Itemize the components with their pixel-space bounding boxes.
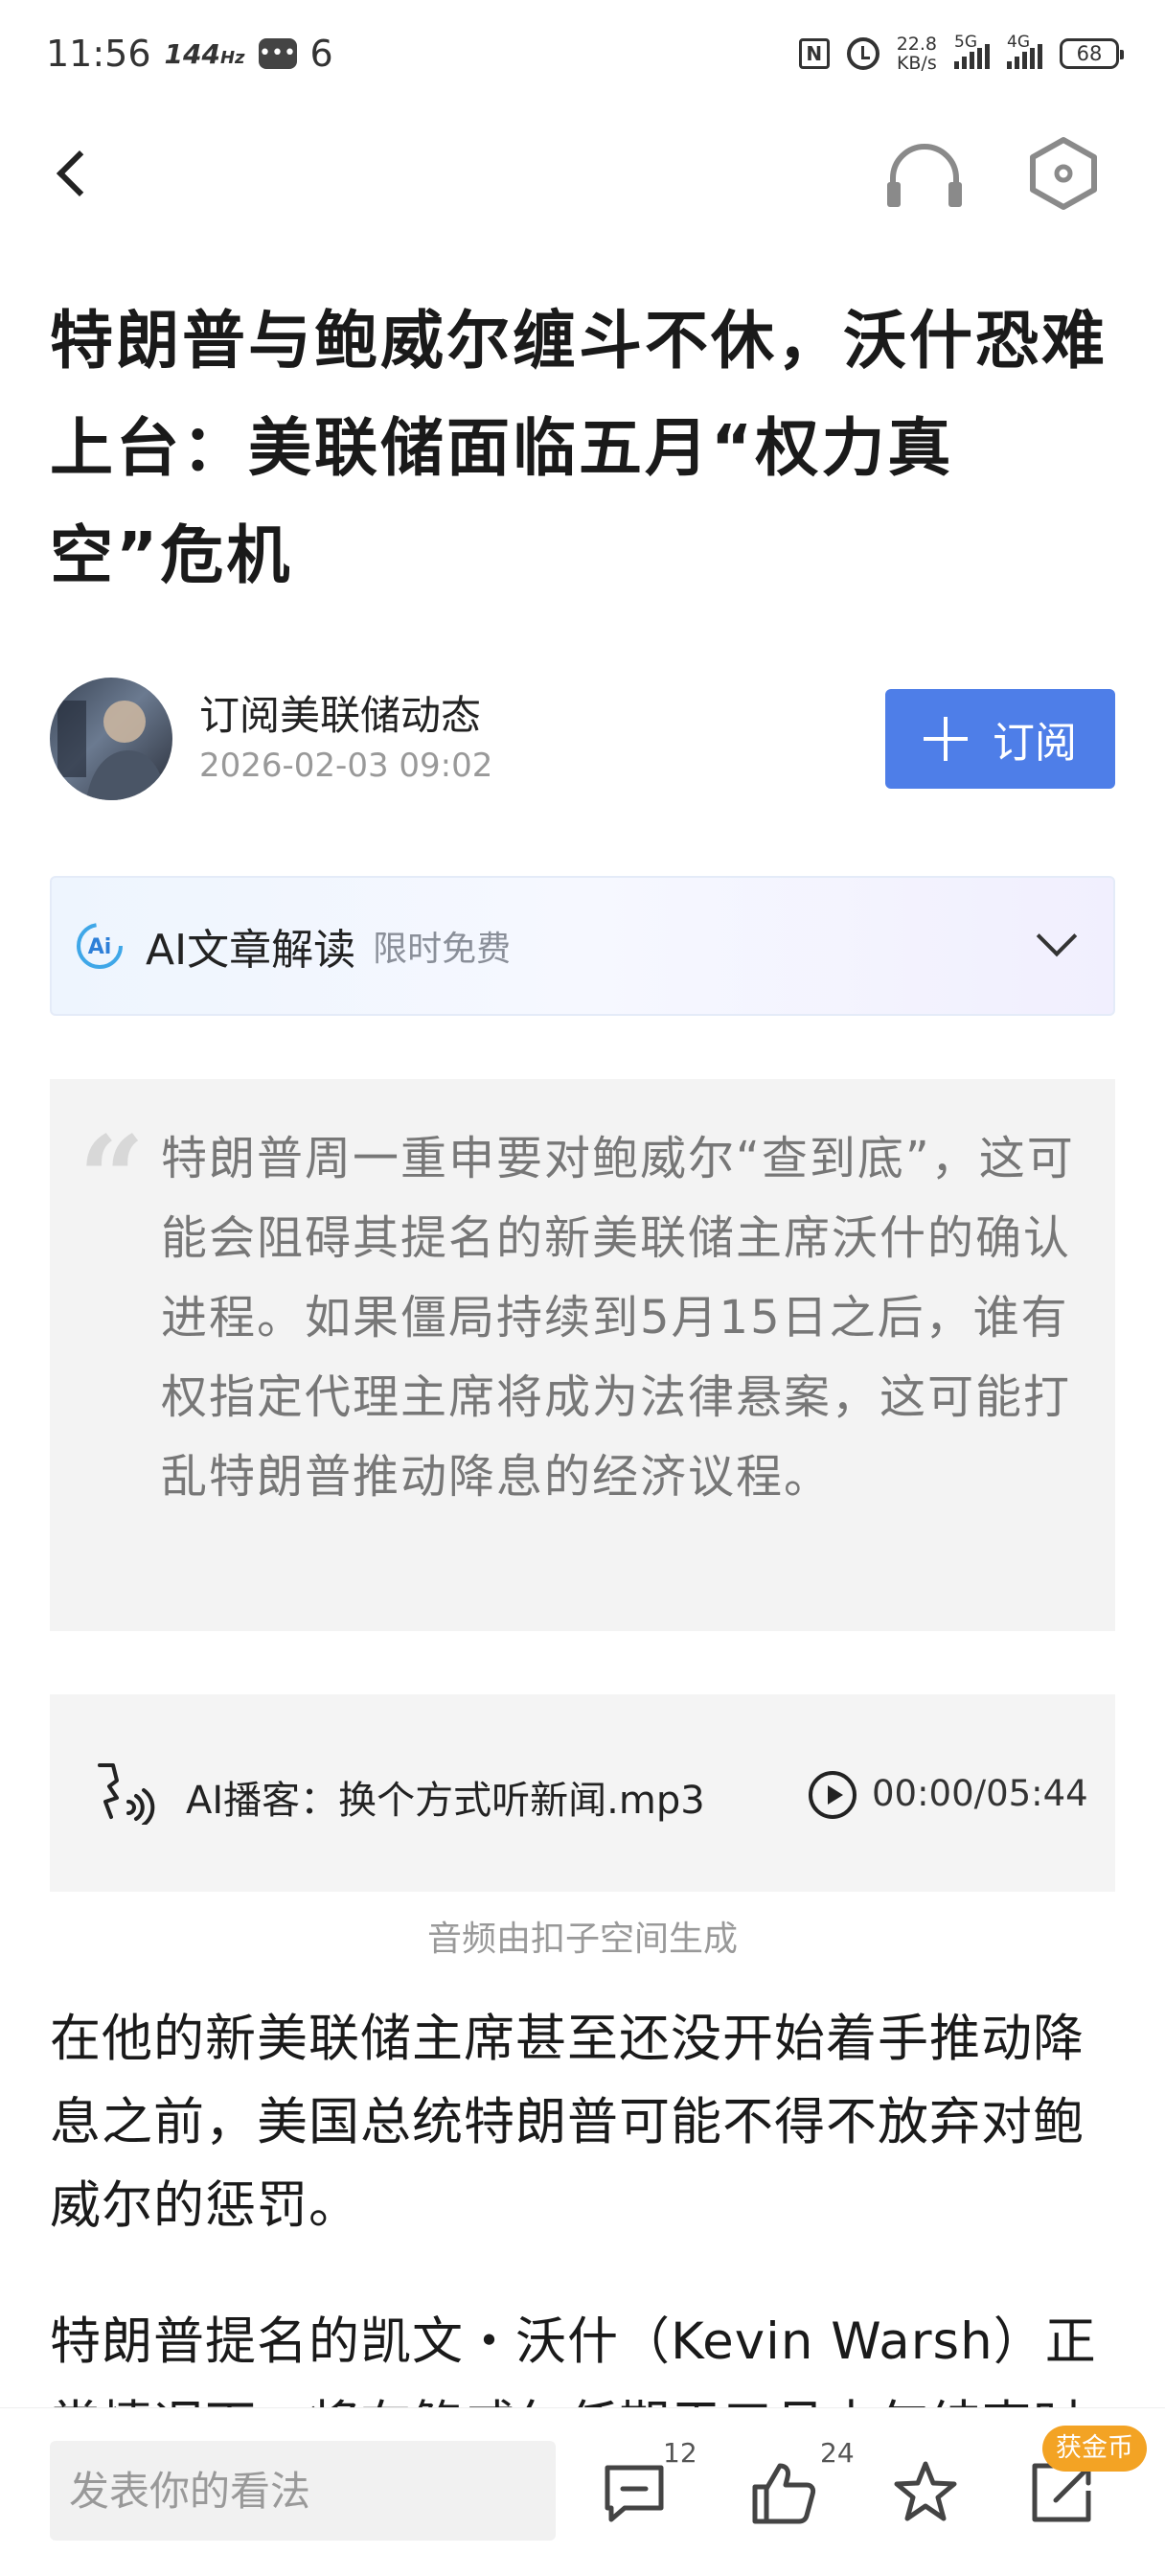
audio-player[interactable]: AI播客：换个方式听新闻.mp3 00:00/05:44 bbox=[50, 1694, 1115, 1892]
author-name[interactable]: 订阅美联储动态 bbox=[199, 683, 481, 742]
star-icon[interactable] bbox=[891, 2458, 960, 2527]
alarm-icon bbox=[846, 37, 879, 70]
status-time: 11:56 bbox=[46, 33, 151, 75]
article-title: 特朗普与鲍威尔缠斗不休，沃什恐难上台：美联储面临五月“权力真空”危机 bbox=[50, 304, 1108, 592]
headphones-icon[interactable] bbox=[881, 134, 968, 211]
bottom-action-bar: 12 24 获金币 bbox=[0, 2407, 1165, 2576]
ai-logo-text: Ai bbox=[88, 935, 112, 959]
body-paragraph: 在他的新美联储主席甚至还没开始着手推动降息之前，美国总统特朗普可能不得不放弃对鲍… bbox=[50, 2010, 1085, 2235]
subscribe-button[interactable]: 订阅 bbox=[885, 689, 1115, 789]
top-nav bbox=[0, 125, 1165, 220]
like-icon[interactable] bbox=[749, 2458, 818, 2527]
coin-reward-badge[interactable]: 获金币 bbox=[1042, 2426, 1147, 2472]
play-icon[interactable] bbox=[809, 1771, 857, 1819]
ai-logo-icon: Ai bbox=[75, 921, 125, 971]
author-row: 订阅美联储动态 2026-02-03 09:02 订阅 bbox=[50, 676, 1115, 802]
audio-title: AI播客：换个方式听新闻.mp3 bbox=[186, 1779, 705, 1823]
summary-text: 特朗普周一重申要对鲍威尔“查到底”，这可能会阻碍其提名的新美联储主席沃什的确认进… bbox=[161, 1132, 1075, 1504]
refresh-rate-unit: Hz bbox=[219, 47, 245, 68]
status-left: 11:56 144Hz ••• 6 bbox=[46, 33, 333, 75]
comment-icon[interactable] bbox=[600, 2458, 669, 2527]
subscribe-label: 订阅 bbox=[993, 719, 1077, 768]
podcast-icon bbox=[96, 1760, 155, 1827]
signal-4g-icon: 4G bbox=[1007, 33, 1042, 69]
net-speed-value: 22.8 bbox=[896, 34, 937, 55]
article-summary: “ 特朗普周一重申要对鲍威尔“查到底”，这可能会阻碍其提名的新美联储主席沃什的确… bbox=[50, 1079, 1115, 1631]
ai-free-tag: 限时免费 bbox=[373, 930, 512, 969]
signal-5g-label: 5G bbox=[954, 33, 977, 52]
battery-level: 68 bbox=[1076, 42, 1103, 65]
back-icon[interactable] bbox=[46, 144, 103, 201]
settings-hexagon-icon[interactable] bbox=[1027, 134, 1100, 211]
nfc-icon: N bbox=[798, 38, 830, 69]
net-speed: 22.8 KB/s bbox=[897, 34, 937, 73]
chevron-down-icon[interactable] bbox=[1037, 922, 1075, 960]
refresh-rate: 144Hz bbox=[165, 38, 245, 70]
refresh-rate-value: 144 bbox=[164, 37, 220, 70]
comment-input[interactable] bbox=[50, 2441, 556, 2541]
audio-source-note: 音频由扣子空间生成 bbox=[426, 1920, 738, 1959]
status-bar: 11:56 144Hz ••• 6 N 22.8 KB/s 5G 4G 68 bbox=[0, 0, 1165, 107]
ai-article-interpretation[interactable]: Ai AI文章解读 限时免费 bbox=[50, 876, 1115, 1016]
plus-icon bbox=[924, 717, 968, 761]
chat-notification-count: 6 bbox=[309, 33, 333, 75]
ai-panel-title: AI文章解读 bbox=[146, 926, 356, 975]
signal-5g-icon: 5G bbox=[954, 33, 990, 69]
chat-notification-icon: ••• bbox=[258, 38, 297, 69]
audio-time: 00:00/05:44 bbox=[872, 1773, 1088, 1814]
publish-date: 2026-02-03 09:02 bbox=[199, 747, 493, 785]
comment-count: 12 bbox=[663, 2437, 697, 2469]
status-right: N 22.8 KB/s 5G 4G 68 bbox=[798, 33, 1124, 73]
battery-icon: 68 bbox=[1060, 38, 1124, 69]
signal-4g-label: 4G bbox=[1007, 33, 1030, 52]
like-count: 24 bbox=[820, 2437, 855, 2469]
avatar[interactable] bbox=[50, 678, 172, 800]
net-speed-unit: KB/s bbox=[896, 53, 937, 74]
quote-icon: “ bbox=[79, 1111, 146, 1246]
